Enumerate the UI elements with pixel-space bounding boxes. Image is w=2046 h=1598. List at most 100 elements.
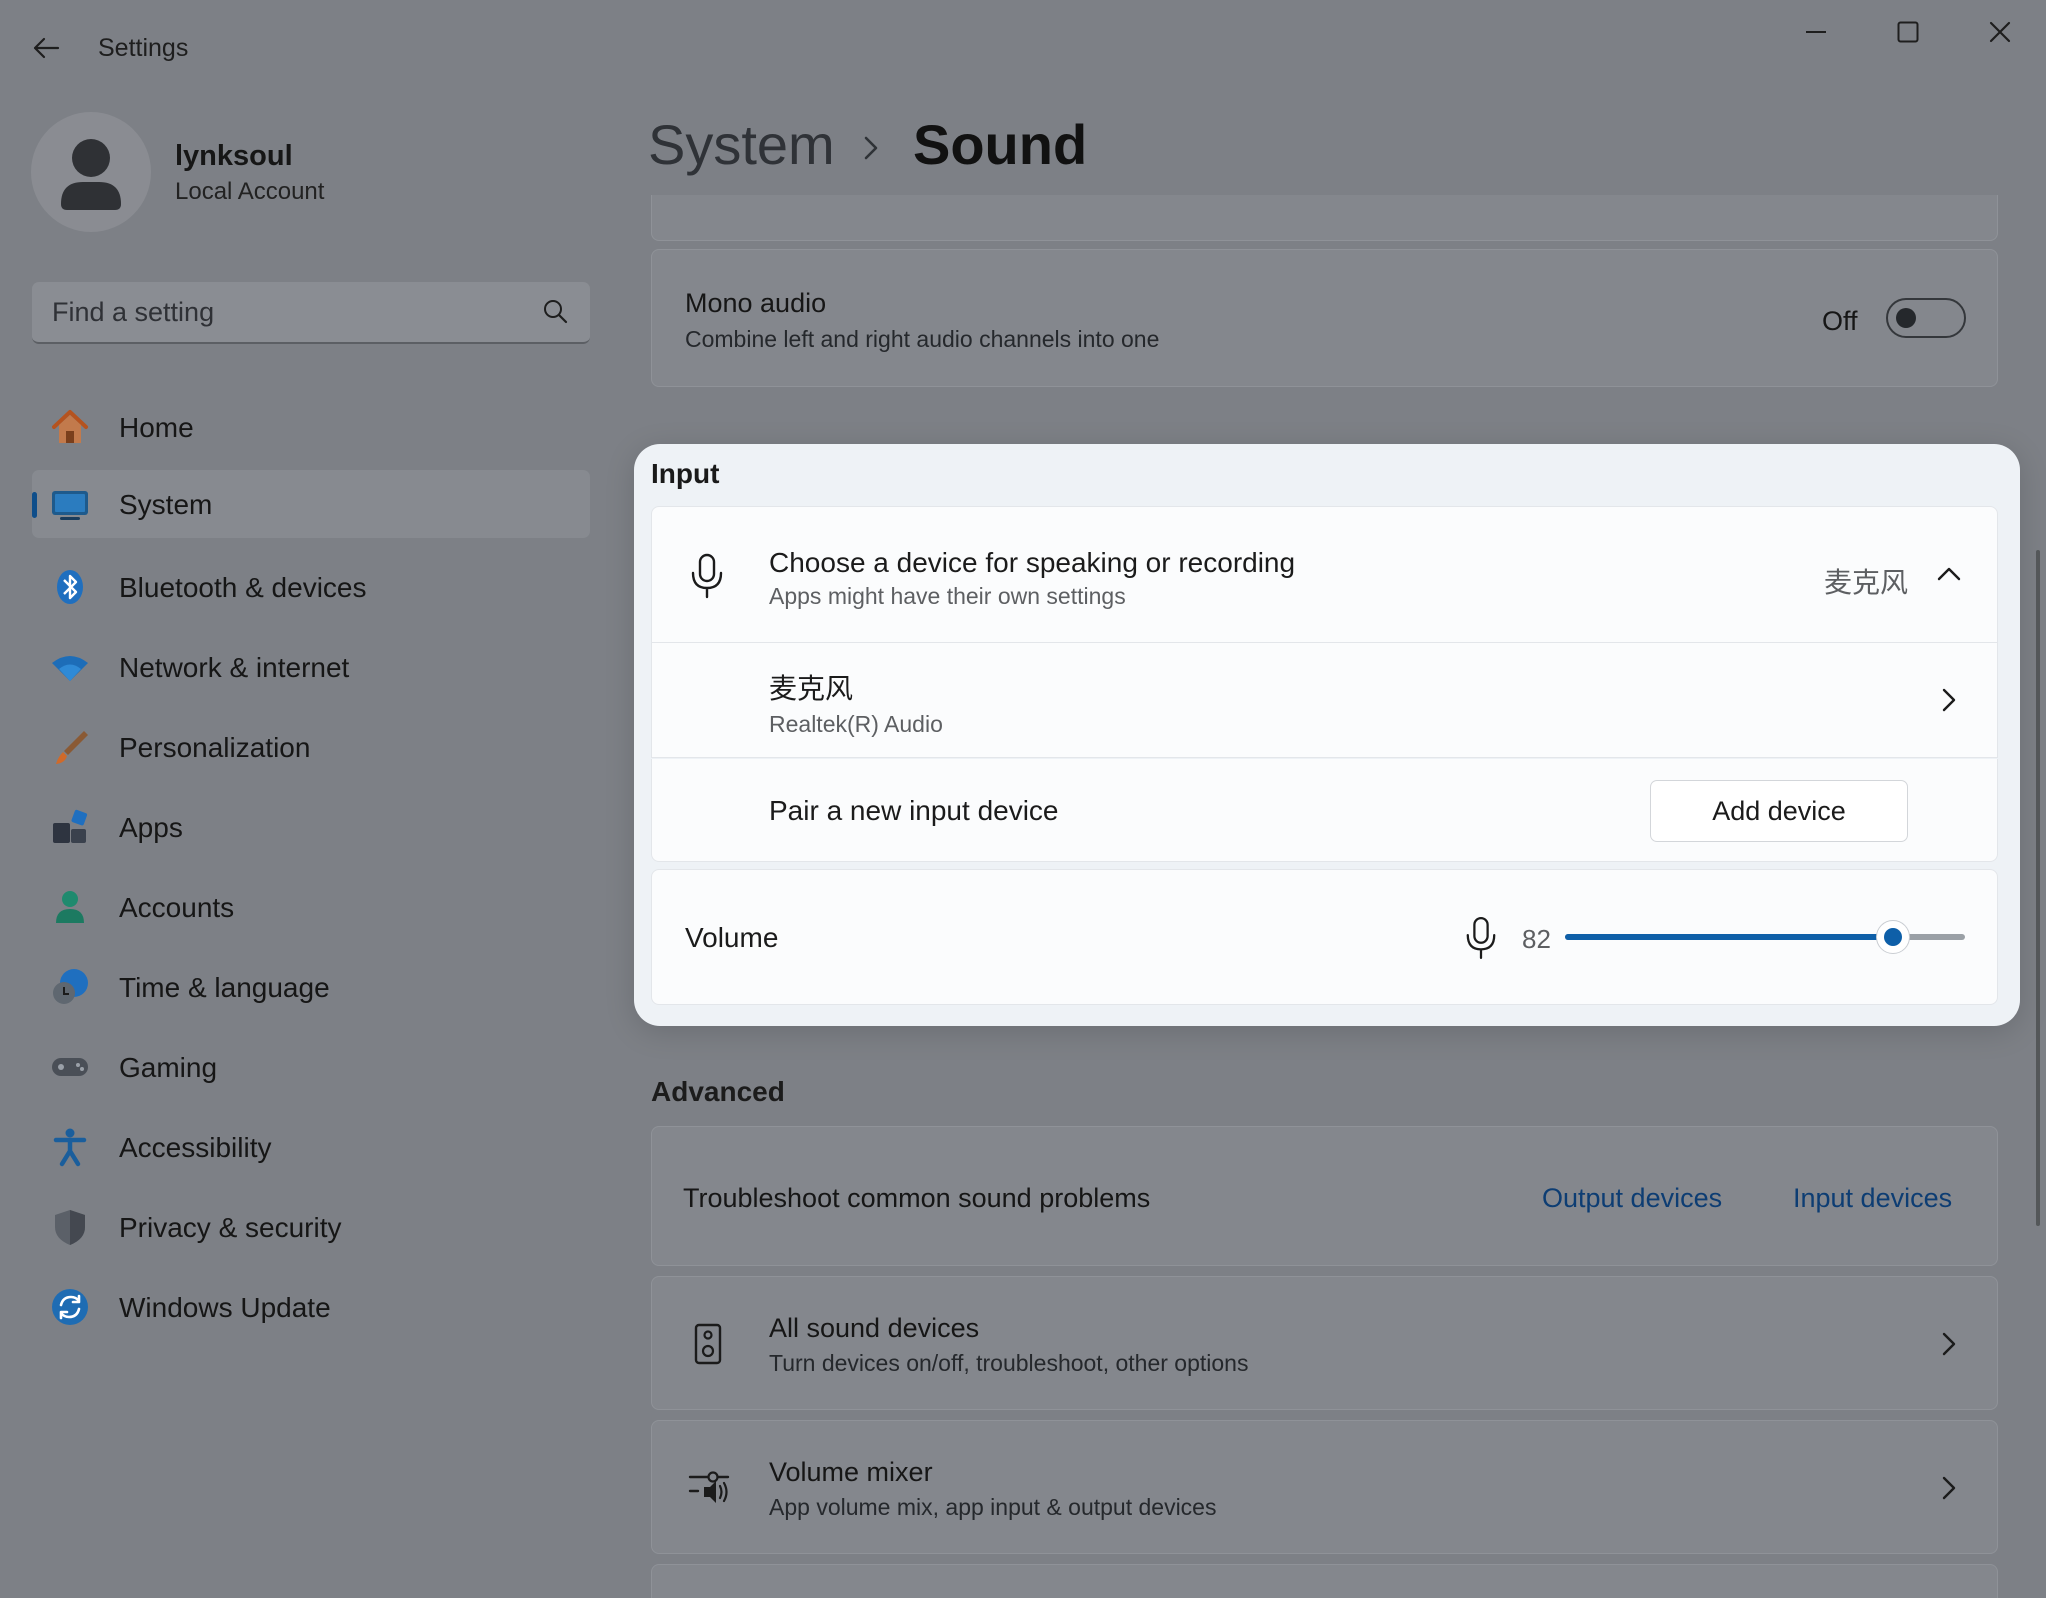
- chevron-right-icon: [1942, 688, 1956, 712]
- bluetooth-icon: [50, 567, 90, 607]
- minimize-button[interactable]: [1770, 10, 1862, 54]
- time-language-icon: [50, 967, 90, 1007]
- advanced-heading: Advanced: [651, 1076, 785, 1107]
- page-title: Sound: [913, 113, 1088, 176]
- input-devices-link[interactable]: Input devices: [1793, 1183, 1952, 1214]
- volume-slider-fill: [1565, 934, 1893, 940]
- nav-item-windows-update[interactable]: Windows Update: [32, 1273, 590, 1341]
- nav-label-system: System: [119, 489, 213, 520]
- maximize-icon: [1897, 21, 1919, 43]
- mono-audio-title: Mono audio: [685, 288, 827, 318]
- nav-item-bluetooth[interactable]: Bluetooth & devices: [32, 553, 590, 621]
- previous-setting-card: [651, 195, 1998, 241]
- nav-item-privacy[interactable]: Privacy & security: [32, 1193, 590, 1261]
- troubleshoot-card: Troubleshoot common sound problems Outpu…: [651, 1126, 1998, 1266]
- nav-label-accounts: Accounts: [119, 892, 235, 923]
- chevron-right-icon: [1942, 1476, 1956, 1500]
- nav-item-accounts[interactable]: Accounts: [32, 873, 590, 941]
- volume-mixer-title: Volume mixer: [769, 1457, 933, 1487]
- apps-icon: [50, 807, 90, 847]
- nav-label-gaming: Gaming: [119, 1052, 218, 1083]
- close-icon: [1989, 21, 2011, 43]
- back-button[interactable]: [26, 30, 66, 66]
- search-input[interactable]: [52, 282, 522, 342]
- mono-audio-toggle[interactable]: [1886, 298, 1966, 338]
- nav-label-privacy: Privacy & security: [119, 1212, 342, 1243]
- nav-item-gaming[interactable]: Gaming: [32, 1033, 590, 1101]
- next-setting-card: [651, 1564, 1998, 1598]
- nav-item-time-language[interactable]: Time & language: [32, 953, 590, 1021]
- nav-item-system[interactable]: System: [32, 470, 590, 538]
- pair-input-label: Pair a new input device: [769, 795, 1059, 826]
- nav-item-apps[interactable]: Apps: [32, 793, 590, 861]
- accessibility-icon: [50, 1127, 90, 1167]
- nav-label-bluetooth: Bluetooth & devices: [119, 572, 367, 603]
- all-sound-devices-card[interactable]: All sound devices Turn devices on/off, t…: [651, 1276, 1998, 1410]
- all-sound-devices-description: Turn devices on/off, troubleshoot, other…: [769, 1350, 1249, 1376]
- nav-item-home[interactable]: Home: [32, 393, 590, 461]
- choose-device-title: Choose a device for speaking or recordin…: [769, 547, 1296, 578]
- volume-slider-thumb[interactable]: [1876, 920, 1910, 954]
- chevron-right-icon: [1942, 1332, 1956, 1356]
- nav-label-windows-update: Windows Update: [119, 1292, 331, 1323]
- speaker-icon: [694, 1323, 722, 1365]
- mono-audio-description: Combine left and right audio channels in…: [685, 326, 1160, 352]
- scrollbar[interactable]: [2036, 550, 2040, 1226]
- app-title: Settings: [98, 34, 189, 62]
- nav-label-apps: Apps: [119, 812, 183, 843]
- search-box[interactable]: [32, 282, 590, 344]
- input-heading: Input: [651, 458, 720, 489]
- volume-value: 82: [1522, 924, 1551, 954]
- volume-slider[interactable]: [1565, 920, 1965, 954]
- chevron-up-icon[interactable]: [1936, 565, 1962, 583]
- shield-icon: [50, 1207, 90, 1247]
- home-icon: [50, 407, 90, 447]
- input-device-driver: Realtek(R) Audio: [769, 711, 943, 737]
- brush-icon: [50, 727, 90, 767]
- update-icon: [50, 1287, 90, 1327]
- input-device-row[interactable]: 麦克风 Realtek(R) Audio: [651, 643, 1998, 758]
- mono-audio-state: Off: [1822, 306, 1858, 336]
- user-avatar-icon: [61, 139, 121, 210]
- volume-mixer-icon: [688, 1471, 730, 1503]
- close-button[interactable]: [1954, 10, 2046, 54]
- selected-input-device: 麦克风: [1824, 567, 1909, 598]
- nav-item-network[interactable]: Network & internet: [32, 633, 590, 701]
- nav-label-network: Network & internet: [119, 652, 350, 683]
- toggle-knob: [1896, 308, 1916, 328]
- choose-input-device-row[interactable]: Choose a device for speaking or recordin…: [651, 506, 1998, 643]
- search-icon[interactable]: [542, 298, 568, 324]
- user-name: lynksoul: [175, 140, 293, 172]
- input-device-name: 麦克风: [769, 673, 854, 704]
- accounts-icon: [50, 887, 90, 927]
- volume-label: Volume: [685, 922, 779, 953]
- system-icon: [50, 484, 90, 524]
- avatar[interactable]: [31, 112, 151, 232]
- choose-device-description: Apps might have their own settings: [769, 583, 1126, 609]
- nav-label-personalization: Personalization: [119, 732, 311, 763]
- volume-mixer-card[interactable]: Volume mixer App volume mix, app input &…: [651, 1420, 1998, 1554]
- nav-item-accessibility[interactable]: Accessibility: [32, 1113, 590, 1181]
- nav-label-accessibility: Accessibility: [119, 1132, 272, 1163]
- volume-thumb-dot: [1884, 928, 1902, 946]
- troubleshoot-label: Troubleshoot common sound problems: [683, 1183, 1151, 1213]
- add-device-button[interactable]: Add device: [1650, 780, 1908, 842]
- all-sound-devices-title: All sound devices: [769, 1313, 980, 1343]
- gaming-icon: [50, 1047, 90, 1087]
- mono-audio-card: Mono audio Combine left and right audio …: [651, 249, 1998, 387]
- minimize-icon: [1806, 31, 1826, 33]
- nav-label-home: Home: [119, 412, 194, 443]
- volume-mixer-description: App volume mix, app input & output devic…: [769, 1494, 1217, 1520]
- back-arrow-icon: [33, 37, 60, 59]
- microphone-icon: [691, 553, 723, 599]
- account-type: Local Account: [175, 178, 325, 205]
- nav-item-personalization[interactable]: Personalization: [32, 713, 590, 781]
- active-indicator: [32, 492, 37, 518]
- breadcrumb-parent[interactable]: System: [648, 112, 835, 177]
- breadcrumb-chevron-icon: [864, 136, 878, 160]
- output-devices-link[interactable]: Output devices: [1542, 1183, 1722, 1214]
- wifi-icon: [50, 647, 90, 687]
- maximize-button[interactable]: [1862, 10, 1954, 54]
- volume-microphone-icon: [1466, 917, 1496, 959]
- nav-label-time-language: Time & language: [119, 972, 330, 1003]
